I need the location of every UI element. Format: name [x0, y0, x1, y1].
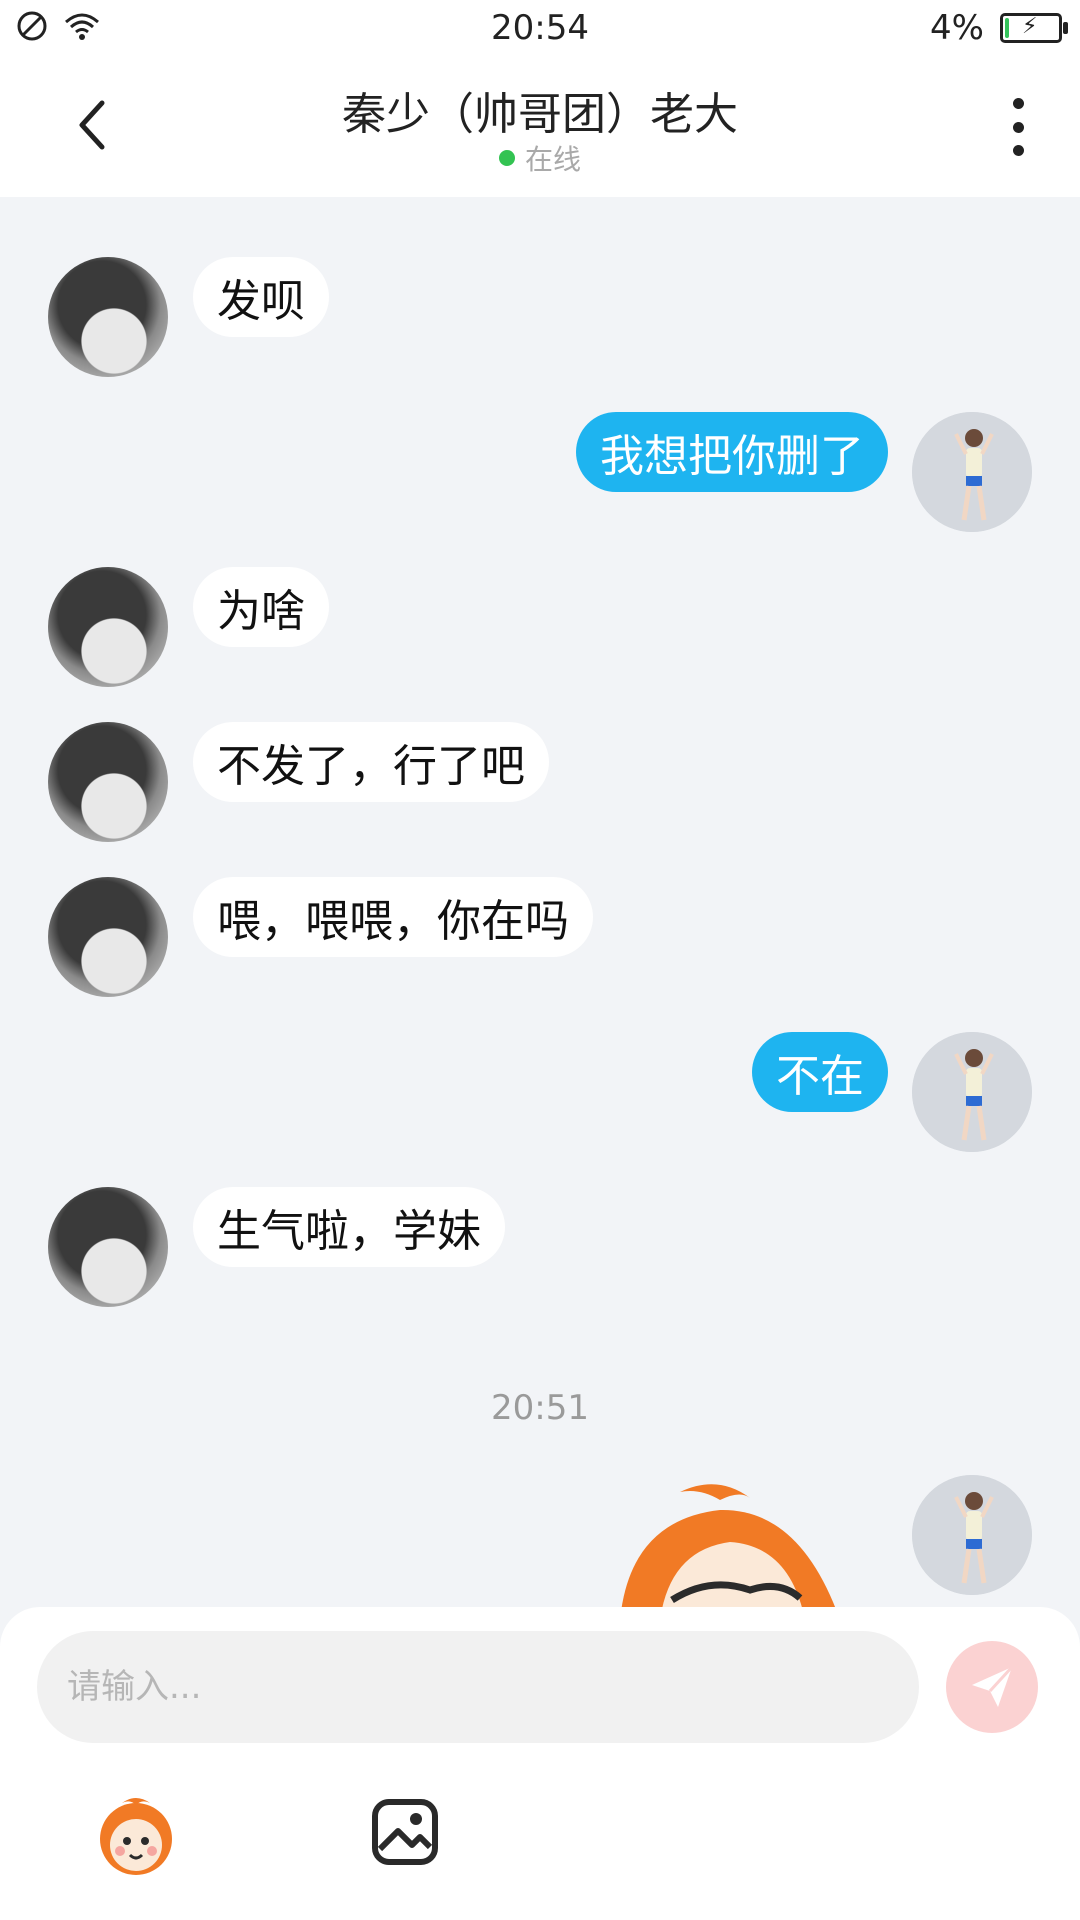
message-bubble[interactable]: 发呗: [193, 257, 329, 337]
status-time: 20:54: [491, 8, 589, 48]
input-panel: [0, 1607, 1080, 1920]
my-avatar[interactable]: [912, 1475, 1032, 1595]
contact-avatar[interactable]: [48, 1187, 168, 1307]
image-icon: [372, 1799, 438, 1865]
message-bubble[interactable]: 喂，喂喂，你在吗: [193, 877, 593, 957]
contact-avatar[interactable]: [48, 877, 168, 997]
message-bubble[interactable]: 不在: [752, 1032, 888, 1112]
message-bubble[interactable]: 生气啦，学妹: [193, 1187, 505, 1267]
emoji-button[interactable]: [92, 1791, 180, 1879]
battery-percent: 4%: [930, 8, 984, 48]
image-button[interactable]: [370, 1797, 440, 1867]
girl-avatar-icon: [912, 412, 1032, 532]
paper-plane-icon: [972, 1665, 1014, 1707]
my-avatar[interactable]: [912, 1032, 1032, 1152]
presence-label: 在线: [524, 143, 581, 176]
top-bar: 20:54 4% ⚡ 秦少（帅哥团）老大 在线: [0, 0, 1080, 197]
message-bubble[interactable]: 不发了，行了吧: [193, 722, 549, 802]
girl-avatar-icon: [912, 1475, 1032, 1595]
chat-title: 秦少（帅哥团）老大: [342, 89, 738, 140]
contact-avatar[interactable]: [48, 257, 168, 377]
monkey-emoji-icon: [100, 1798, 172, 1875]
battery-icon: ⚡: [1000, 13, 1068, 43]
status-icons-right: 4% ⚡: [930, 8, 1068, 48]
message-input[interactable]: [37, 1631, 919, 1743]
contact-avatar[interactable]: [48, 567, 168, 687]
monkey-sticker-icon: [621, 1484, 837, 1610]
time-divider: 20:51: [491, 1388, 589, 1428]
online-dot-icon: [498, 150, 515, 166]
message-bubble[interactable]: 我想把你删了: [576, 412, 888, 492]
message-bubble[interactable]: 为啥: [193, 567, 329, 647]
more-vertical-icon: [1012, 98, 1024, 109]
my-avatar[interactable]: [912, 412, 1032, 532]
send-button[interactable]: [946, 1641, 1038, 1733]
girl-avatar-icon: [912, 1032, 1032, 1152]
presence-status: 在线: [0, 138, 1080, 178]
sticker-message[interactable]: [600, 1480, 860, 1610]
contact-avatar[interactable]: [48, 722, 168, 842]
more-options-button[interactable]: [1008, 98, 1028, 156]
